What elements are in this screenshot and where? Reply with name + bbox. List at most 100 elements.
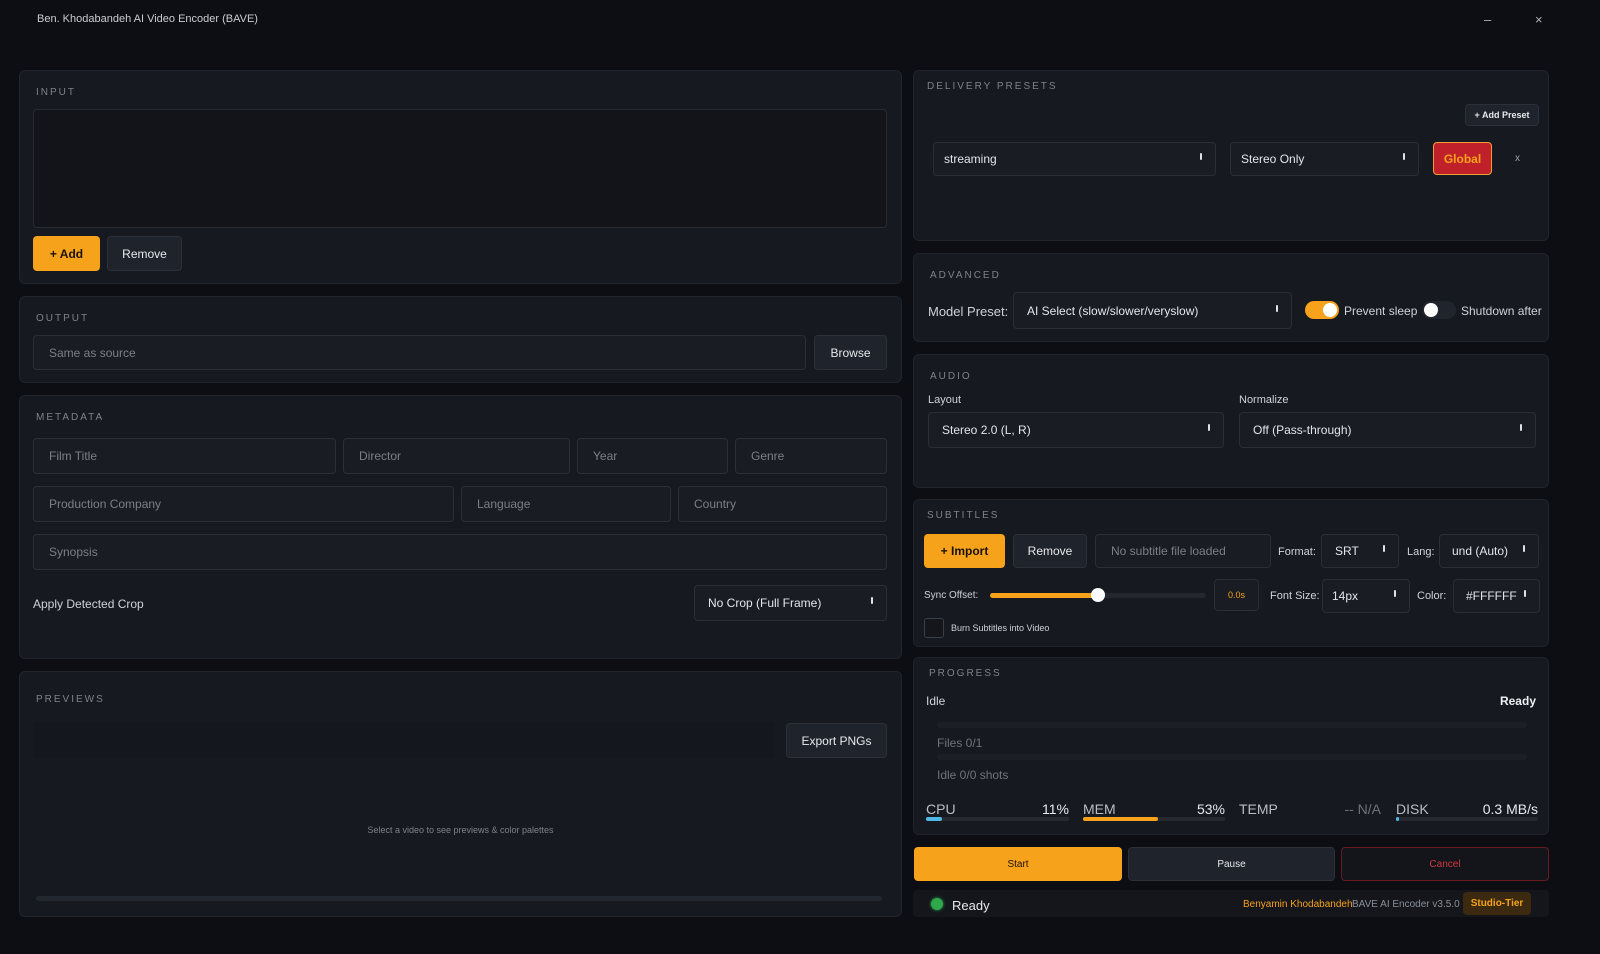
input-heading: INPUT [36,87,76,98]
progress-panel: PROGRESS Idle Ready Files 0/1 Idle 0/0 s… [913,657,1549,835]
layout-select[interactable]: Stereo 2.0 (L, R) [928,412,1224,448]
format-select[interactable]: SRT [1321,534,1399,568]
toggle-knob [1424,303,1438,317]
pause-button[interactable]: Pause [1128,847,1335,881]
subtitles-panel: SUBTITLES + Import Remove No subtitle fi… [913,499,1549,647]
film-title-field[interactable]: Film Title [33,438,336,474]
sync-offset-value: 0.0s [1214,579,1259,611]
color-label: Color: [1417,590,1447,602]
temp-value: -- N/A [1344,801,1381,817]
mem-label: MEM [1083,801,1116,817]
burn-subtitles-label: Burn Subtitles into Video [951,623,1050,633]
progress-status-left: Idle [926,694,946,708]
progress-heading: PROGRESS [929,668,1002,679]
add-preset-button[interactable]: + Add Preset [1465,104,1539,126]
import-subtitle-button[interactable]: + Import [924,534,1005,568]
preview-scrollbar[interactable] [36,896,882,901]
disk-bar-fill [1396,817,1399,821]
cpu-bar [926,817,1069,821]
remove-input-button[interactable]: Remove [107,236,182,271]
crop-label: Apply Detected Crop [33,597,144,611]
preview-strip [33,722,774,758]
chevron-down-icon [1383,545,1385,552]
chevron-down-icon [1200,153,1202,160]
country-field[interactable]: Country [678,486,887,522]
audio-mode-select[interactable]: Stereo Only [1230,142,1419,176]
sync-offset-handle[interactable] [1091,588,1105,602]
shots-progress-label: Idle 0/0 shots [937,768,1009,782]
production-company-field[interactable]: Production Company [33,486,454,522]
minimize-button[interactable]: – [1484,12,1491,27]
audio-heading: AUDIO [930,371,972,382]
sync-offset-fill [990,593,1098,598]
format-label: Format: [1278,546,1316,558]
output-path-input[interactable]: Same as source [33,335,806,370]
mem-value: 53% [1196,801,1225,817]
language-field[interactable]: Language [461,486,671,522]
model-preset-select[interactable]: AI Select (slow/slower/veryslow) [1013,292,1292,329]
author-text: Benyamin Khodabandeh [1243,899,1353,910]
delivery-presets-panel: DELIVERY PRESETS + Add Preset streaming … [913,70,1549,241]
output-panel: OUTPUT Same as source Browse [19,296,902,383]
global-button[interactable]: Global [1433,142,1492,175]
genre-field[interactable]: Genre [735,438,887,474]
audio-mode-select-value: Stereo Only [1241,152,1305,166]
remove-subtitle-button[interactable]: Remove [1013,534,1087,568]
browse-button[interactable]: Browse [814,335,887,370]
format-select-value: SRT [1335,544,1359,558]
delivery-heading: DELIVERY PRESETS [927,81,1058,92]
layout-label: Layout [928,394,962,406]
advanced-panel: ADVANCED Model Preset: AI Select (slow/s… [913,253,1549,342]
year-field[interactable]: Year [577,438,728,474]
color-select[interactable]: #FFFFFF [1453,579,1540,613]
disk-value: 0.3 MB/s [1482,801,1538,817]
chevron-down-icon [1524,590,1526,597]
shutdown-after-toggle[interactable] [1422,301,1456,319]
status-text: Ready [952,898,990,913]
normalize-select-value: Off (Pass-through) [1253,423,1352,437]
lang-select[interactable]: und (Auto) [1439,534,1539,568]
title-bar: Ben. Khodabandeh AI Video Encoder (BAVE)… [0,0,1600,40]
preset-select[interactable]: streaming [933,142,1216,176]
previews-empty-text: Select a video to see previews & color p… [367,825,554,835]
normalize-select[interactable]: Off (Pass-through) [1239,412,1536,448]
cancel-button[interactable]: Cancel [1341,847,1549,881]
cpu-label: CPU [926,801,956,817]
chevron-down-icon [1523,545,1525,552]
advanced-heading: ADVANCED [930,270,1001,281]
sync-offset-slider[interactable] [990,588,1206,602]
burn-subtitles-checkbox[interactable] [924,618,944,638]
mem-bar [1083,817,1225,821]
normalize-label: Normalize [1239,394,1289,406]
input-file-list[interactable] [33,109,887,228]
lang-select-value: und (Auto) [1452,544,1509,558]
font-size-label: Font Size: [1270,590,1320,602]
crop-select[interactable]: No Crop (Full Frame) [694,585,887,621]
font-size-select[interactable]: 14px [1322,579,1410,613]
mem-bar-fill [1083,817,1159,821]
tier-badge: Studio-Tier [1463,892,1531,915]
status-dot-icon [931,898,943,910]
prevent-sleep-toggle[interactable] [1305,301,1339,319]
preset-select-value: streaming [944,152,997,166]
sync-offset-label: Sync Offset: [924,590,979,601]
export-pngs-button[interactable]: Export PNGs [786,723,887,758]
subtitles-heading: SUBTITLES [927,510,1000,521]
close-button[interactable]: × [1535,12,1543,27]
synopsis-field[interactable]: Synopsis [33,534,887,570]
model-preset-select-value: AI Select (slow/slower/veryslow) [1027,303,1199,318]
previews-panel: PREVIEWS Export PNGs Select a video to s… [19,671,902,917]
model-preset-label: Model Preset: [928,304,1009,319]
remove-preset-icon[interactable]: x [1515,153,1520,164]
previews-heading: PREVIEWS [36,694,105,705]
add-input-button[interactable]: + Add [33,236,100,271]
status-bar: Ready Benyamin Khodabandeh BAVE AI Encod… [913,890,1549,917]
crop-select-value: No Crop (Full Frame) [708,596,822,610]
shots-progress-bar [937,754,1527,760]
temp-label: TEMP [1239,801,1278,817]
director-field[interactable]: Director [343,438,570,474]
start-button[interactable]: Start [914,847,1122,881]
lang-label: Lang: [1407,546,1435,558]
input-panel: INPUT + Add Remove [19,70,902,284]
font-size-select-value: 14px [1332,589,1359,603]
